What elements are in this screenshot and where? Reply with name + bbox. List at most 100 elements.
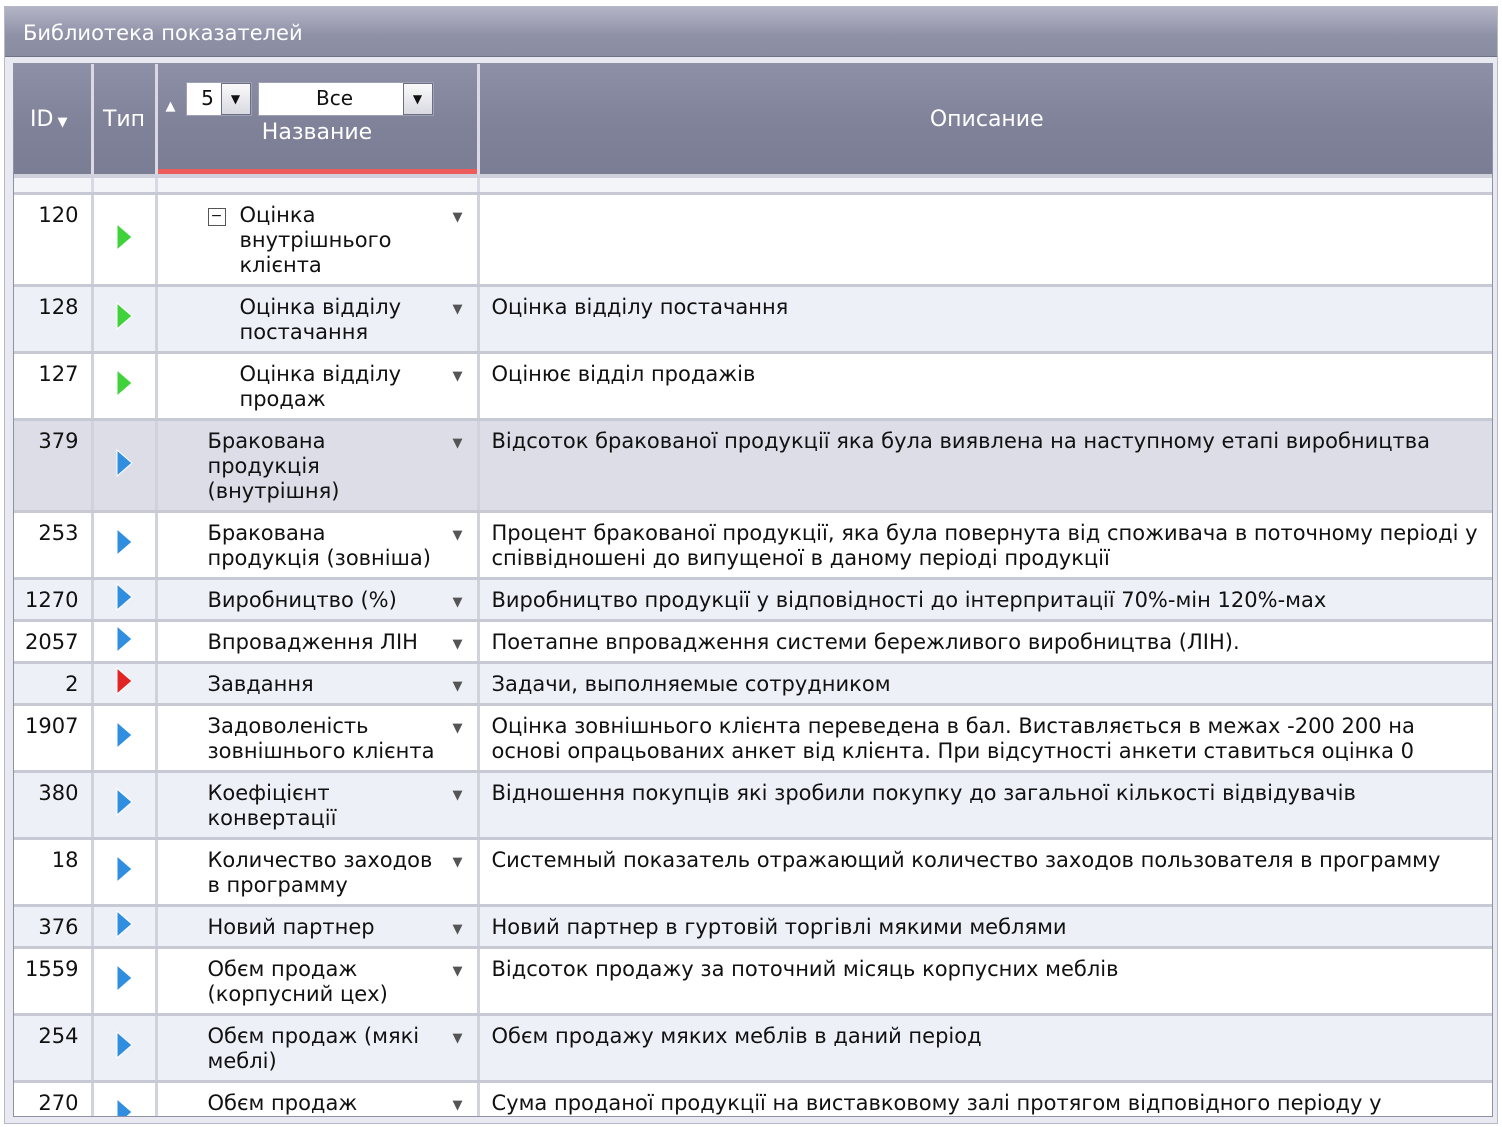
table-row[interactable]: 270 Обєм продаж виставковий зал ▼ Сума прод… <box>14 1081 1492 1116</box>
row-menu-dropdown-icon[interactable]: ▼ <box>453 850 463 875</box>
row-menu-dropdown-icon[interactable]: ▼ <box>453 632 463 657</box>
column-header-id[interactable]: ID ▼ <box>14 64 94 178</box>
cell-name[interactable]: Обєм продаж (корпусний цех) ▼ <box>156 947 480 1016</box>
table-row[interactable]: 254 Обєм продаж (мякі меблі) ▼ Обєм продажу… <box>14 1014 1492 1083</box>
cell-name[interactable]: Оцінка відділу постачання ▼ <box>156 285 480 354</box>
row-menu-dropdown-icon[interactable]: ▼ <box>453 1026 463 1051</box>
column-header-type[interactable]: Тип <box>92 64 158 178</box>
column-header-name[interactable]: ▲ 5 ▼ Все ▼ Название <box>156 64 480 178</box>
red-type-icon <box>116 666 133 695</box>
cell-name[interactable]: Обєм продаж виставковий зал ▼ <box>156 1081 480 1116</box>
indicator-name: Оцінка внутрішнього клієнта <box>239 203 392 277</box>
cell-id: 1270 <box>14 578 94 622</box>
blue-type-icon <box>116 854 133 884</box>
column-header-type-label: Тип <box>102 106 146 132</box>
cell-type <box>92 193 158 287</box>
cell-id: 1559 <box>14 947 94 1016</box>
cell-description <box>478 193 1492 287</box>
cell-name[interactable]: Количество заходов в программу ▼ <box>156 838 480 907</box>
sort-dropdown-icon[interactable]: ▼ <box>57 115 67 130</box>
row-menu-dropdown-icon[interactable]: ▼ <box>453 364 463 389</box>
cell-id: 127 <box>14 352 94 421</box>
level-dropdown-button[interactable]: ▼ <box>220 83 251 115</box>
table-row[interactable]: 2057 Впровадження ЛІН ▼ Поетапне впроваджен… <box>14 620 1492 664</box>
cell-description: Обєм продажу мяких меблів в даний період <box>478 1014 1492 1083</box>
row-menu-dropdown-icon[interactable]: ▼ <box>453 674 463 699</box>
table-row[interactable]: 1907 Задоволеність зовнішнього клієнта ▼ Оц… <box>14 704 1492 773</box>
row-menu-dropdown-icon[interactable]: ▼ <box>453 205 463 230</box>
cell-name[interactable]: Новий партнер ▼ <box>156 905 480 949</box>
indicator-name: Оцінка відділу постачання <box>239 295 402 344</box>
cell-name[interactable]: Виробництво (%) ▼ <box>156 578 480 622</box>
cell-name[interactable]: Задоволеність зовнішнього клієнта ▼ <box>156 704 480 773</box>
indicator-name: Коефіцієнт конвертації <box>207 781 337 830</box>
indicators-table: ID ▼ Тип ▲ 5 ▼ Все ▼ Название Описание 1… <box>14 64 1492 1116</box>
indicator-name: Бракована продукція (внутрішня) <box>207 429 340 503</box>
row-menu-dropdown-icon[interactable]: ▼ <box>453 917 463 942</box>
cell-description: Оцінка зовнішнього клієнта переведена в … <box>478 704 1492 773</box>
table-row[interactable]: 2 Завдання ▼ Задачи, выполняемые сотруднико… <box>14 662 1492 706</box>
cell-name[interactable]: Бракована продукція (внутрішня) ▼ <box>156 419 480 513</box>
table-row[interactable]: 18 Количество заходов в программу ▼ Системн… <box>14 838 1492 907</box>
cell-name[interactable]: − Оцінка внутрішнього клієнта ▼ <box>156 193 480 287</box>
table-row[interactable]: 380 Коефіцієнт конвертації ▼ Відношення пок… <box>14 771 1492 840</box>
table-row[interactable]: 127 Оцінка відділу продаж ▼ Оцінює відділ п… <box>14 352 1492 421</box>
collapse-icon[interactable]: − <box>207 208 226 226</box>
group-filter-select[interactable]: Все ▼ <box>257 82 434 116</box>
cell-description: Оцінює відділ продажів <box>478 352 1492 421</box>
group-filter-dropdown-button[interactable]: ▼ <box>402 83 433 115</box>
header-row: ID ▼ Тип ▲ 5 ▼ Все ▼ Название Описание <box>14 64 1492 178</box>
row-menu-dropdown-icon[interactable]: ▼ <box>453 590 463 615</box>
indicator-name: Виробництво (%) <box>207 588 397 612</box>
blue-type-icon <box>116 787 133 817</box>
table-row[interactable]: 1270 Виробництво (%) ▼ Виробництво продукці… <box>14 578 1492 622</box>
cell-type <box>92 578 158 622</box>
cell-name[interactable]: Обєм продаж (мякі меблі) ▼ <box>156 1014 480 1083</box>
cell-description: Виробництво продукції у відповідності до… <box>478 578 1492 622</box>
table-row[interactable]: 1559 Обєм продаж (корпусний цех) ▼ Відсоток… <box>14 947 1492 1016</box>
row-menu-dropdown-icon[interactable]: ▼ <box>453 783 463 808</box>
cell-type <box>92 838 158 907</box>
blue-type-icon <box>116 1097 133 1116</box>
row-menu-dropdown-icon[interactable]: ▼ <box>453 959 463 984</box>
table-row[interactable]: 379 Бракована продукція (внутрішня) ▼ Відсо… <box>14 419 1492 513</box>
row-menu-dropdown-icon[interactable]: ▼ <box>453 431 463 456</box>
indicator-name: Новий партнер <box>207 915 375 939</box>
table-row[interactable]: 376 Новий партнер ▼ Новий партнер в гуртові… <box>14 905 1492 949</box>
cell-id: 128 <box>14 285 94 354</box>
indicator-name: Задоволеність зовнішнього клієнта <box>207 714 435 763</box>
table-row[interactable]: 120 − Оцінка внутрішнього клієнта ▼ <box>14 193 1492 287</box>
table-row[interactable]: 128 Оцінка відділу постачання ▼ Оцінка відд… <box>14 285 1492 354</box>
sort-indicator-bar <box>157 169 477 174</box>
indicator-library-window: Библиотека показателей ID ▼ Тип ▲ 5 ▼ Вс… <box>4 6 1498 1124</box>
indicator-name: Обєм продаж (корпусний цех) <box>207 957 388 1006</box>
cell-name[interactable]: Впровадження ЛІН ▼ <box>156 620 480 664</box>
cell-name[interactable]: Бракована продукція (зовніша) ▼ <box>156 511 480 580</box>
group-filter-value: Все <box>315 86 354 110</box>
blue-type-icon <box>116 1030 133 1060</box>
cell-description: Процент бракованої продукції, яка була п… <box>478 511 1492 580</box>
cell-name[interactable]: Завдання ▼ <box>156 662 480 706</box>
sort-ascending-icon[interactable]: ▲ <box>166 99 176 114</box>
cell-type <box>92 704 158 773</box>
cell-id: 2 <box>14 662 94 706</box>
column-header-description[interactable]: Описание <box>478 64 1492 178</box>
row-menu-dropdown-icon[interactable]: ▼ <box>453 1093 463 1116</box>
row-menu-dropdown-icon[interactable]: ▼ <box>453 297 463 322</box>
column-header-description-label: Описание <box>929 106 1044 132</box>
cell-description: Оцінка відділу постачання <box>478 285 1492 354</box>
row-menu-dropdown-icon[interactable]: ▼ <box>453 523 463 548</box>
level-select[interactable]: 5 ▼ <box>185 82 252 116</box>
green-type-icon <box>116 222 133 251</box>
indicator-name: Впровадження ЛІН <box>207 630 418 654</box>
cell-id: 376 <box>14 905 94 949</box>
cell-id: 120 <box>14 193 94 287</box>
cell-name[interactable]: Оцінка відділу продаж ▼ <box>156 352 480 421</box>
cell-name[interactable]: Коефіцієнт конвертації ▼ <box>156 771 480 840</box>
cell-description: Новий партнер в гуртовій торгівлі мякими… <box>478 905 1492 949</box>
row-menu-dropdown-icon[interactable]: ▼ <box>453 716 463 741</box>
indicator-name: Обєм продаж (мякі меблі) <box>207 1024 420 1073</box>
level-select-value: 5 <box>201 86 214 110</box>
table-row[interactable]: 253 Бракована продукція (зовніша) ▼ Процент… <box>14 511 1492 580</box>
cell-id: 254 <box>14 1014 94 1083</box>
